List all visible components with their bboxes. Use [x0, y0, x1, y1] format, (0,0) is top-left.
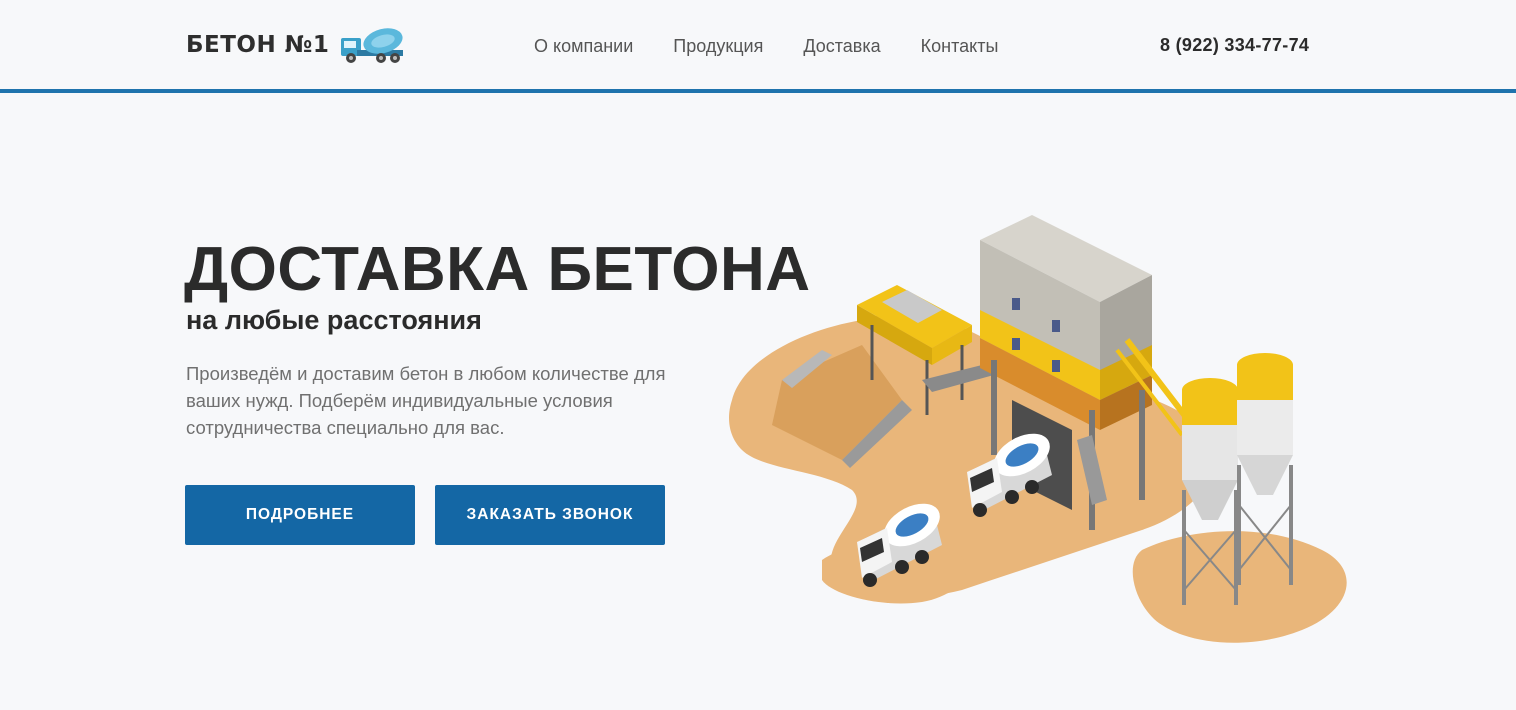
request-call-button[interactable]: ЗАКАЗАТЬ ЗВОНОК	[435, 485, 665, 545]
more-button[interactable]: ПОДРОБНЕЕ	[185, 485, 415, 545]
phone-number[interactable]: 8 (922) 334-77-74	[1160, 35, 1309, 56]
logo-text: БЕТОН №1	[186, 32, 330, 58]
concrete-plant-illustration	[729, 215, 1347, 643]
logo[interactable]: БЕТОН №1	[186, 24, 409, 66]
nav-item-about[interactable]: О компании	[534, 36, 633, 57]
nav-item-products[interactable]: Продукция	[673, 36, 763, 57]
hero-title: ДОСТАВКА БЕТОНА	[184, 235, 811, 304]
main-nav: О компании Продукция Доставка Контакты	[534, 36, 998, 57]
hero-description: Произведём и доставим бетон в любом коли…	[186, 363, 666, 438]
nav-item-contacts[interactable]: Контакты	[921, 36, 999, 57]
nav-item-delivery[interactable]: Доставка	[803, 36, 880, 57]
site-header: БЕТОН №1 О компании Продукция Доставка К…	[0, 0, 1516, 93]
hero-subtitle: на любые расстояния	[186, 305, 482, 335]
mixer-truck-icon	[341, 28, 404, 63]
